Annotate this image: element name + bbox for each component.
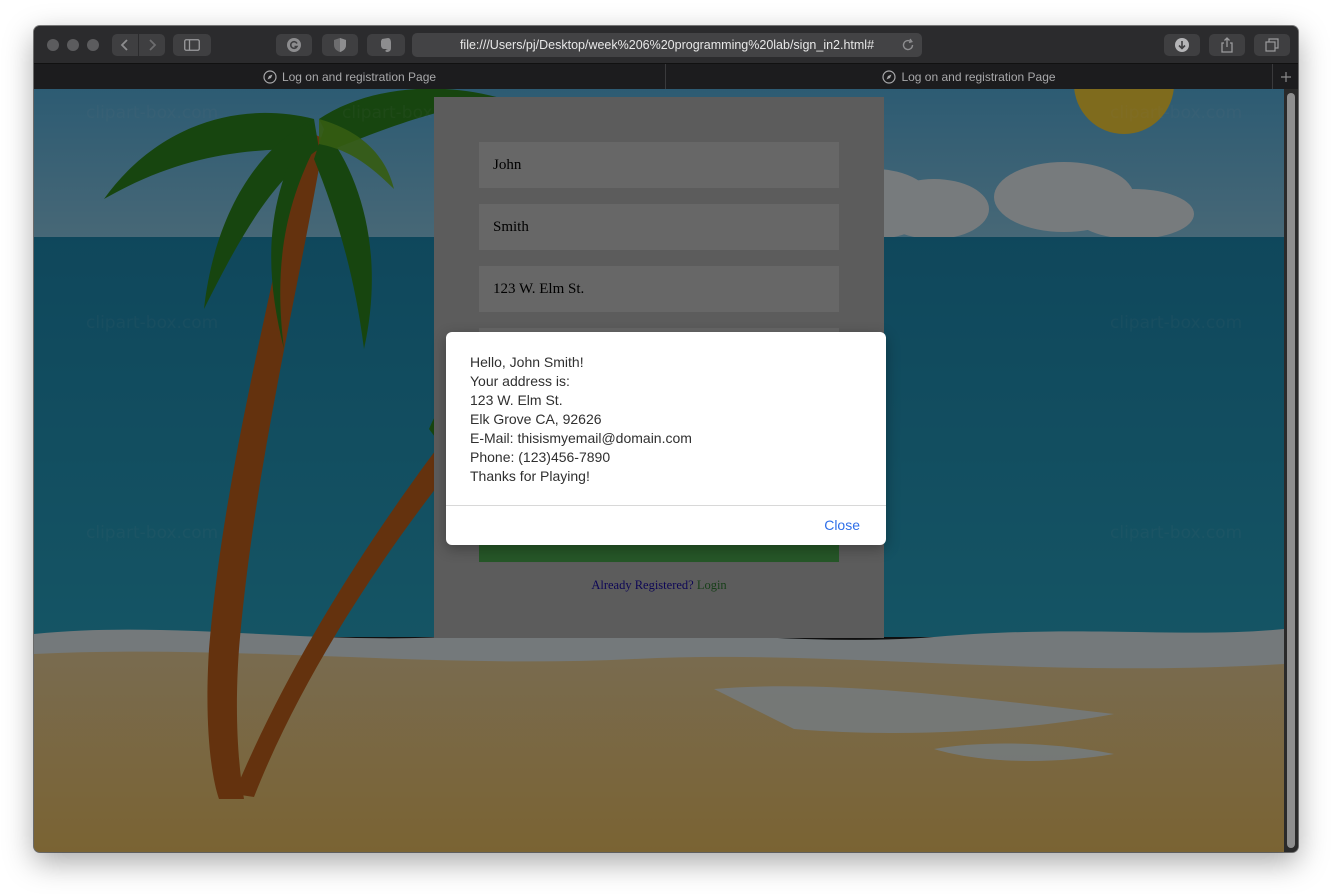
grammarly-icon [287, 38, 301, 52]
chevron-right-icon [149, 39, 157, 51]
reload-icon[interactable] [900, 37, 916, 53]
browser-toolbar: file:///Users/pj/Desktop/week%206%20prog… [34, 26, 1298, 63]
share-button[interactable] [1209, 34, 1245, 56]
shield-icon [334, 38, 346, 52]
dialog-line: E-Mail: thisismyemail@domain.com [470, 430, 692, 446]
forward-button[interactable] [139, 34, 165, 56]
compass-icon [882, 69, 897, 84]
plus-icon [1281, 71, 1291, 82]
scrollbar-thumb[interactable] [1287, 93, 1295, 848]
share-icon [1221, 37, 1233, 53]
dialog-line: Elk Grove CA, 92626 [470, 411, 602, 427]
dialog-line: Your address is: [470, 373, 570, 389]
new-tab-button[interactable] [1274, 64, 1298, 89]
download-icon [1175, 38, 1189, 52]
dialog-line: Phone: (123)456-7890 [470, 449, 611, 465]
tab-divider [1272, 64, 1273, 89]
sidebar-button[interactable] [173, 34, 211, 56]
grammarly-extension-button[interactable] [276, 34, 312, 56]
tab-overview-button[interactable] [1254, 34, 1290, 56]
address-bar[interactable]: file:///Users/pj/Desktop/week%206%20prog… [412, 33, 922, 57]
tab-2[interactable]: Log on and registration Page [666, 64, 1272, 89]
back-button[interactable] [112, 34, 138, 56]
alert-dialog: Hello, John Smith! Your address is: 123 … [446, 332, 886, 545]
dialog-line: Hello, John Smith! [470, 354, 584, 370]
tab-title: Log on and registration Page [901, 69, 1056, 84]
zoom-window-icon[interactable] [87, 39, 99, 51]
downloads-button[interactable] [1164, 34, 1200, 56]
dialog-divider [446, 505, 886, 506]
minimize-window-icon[interactable] [67, 39, 79, 51]
sidebar-icon [184, 39, 200, 51]
chevron-left-icon [120, 39, 128, 51]
tabs-overview-icon [1265, 38, 1279, 52]
close-button[interactable]: Close [824, 517, 860, 533]
tab-title: Log on and registration Page [281, 69, 437, 84]
scrollbar[interactable] [1284, 89, 1298, 852]
evernote-extension-button[interactable] [367, 34, 405, 56]
privacy-extension-button[interactable] [322, 34, 358, 56]
browser-window: file:///Users/pj/Desktop/week%206%20prog… [34, 26, 1298, 852]
url-text: file:///Users/pj/Desktop/week%206%20prog… [459, 38, 875, 52]
compass-icon [263, 69, 277, 84]
dialog-line: Thanks for Playing! [470, 468, 590, 484]
tab-1[interactable]: Log on and registration Page [34, 64, 665, 89]
page-content: clipart-box.com clipart-box.com clipart-… [34, 89, 1284, 852]
tab-bar: Log on and registration Page Log on and … [34, 63, 1298, 89]
dialog-line: 123 W. Elm St. [470, 392, 563, 408]
close-window-icon[interactable] [47, 39, 59, 51]
evernote-icon [381, 38, 391, 52]
dialog-message: Hello, John Smith! Your address is: 123 … [470, 353, 866, 486]
